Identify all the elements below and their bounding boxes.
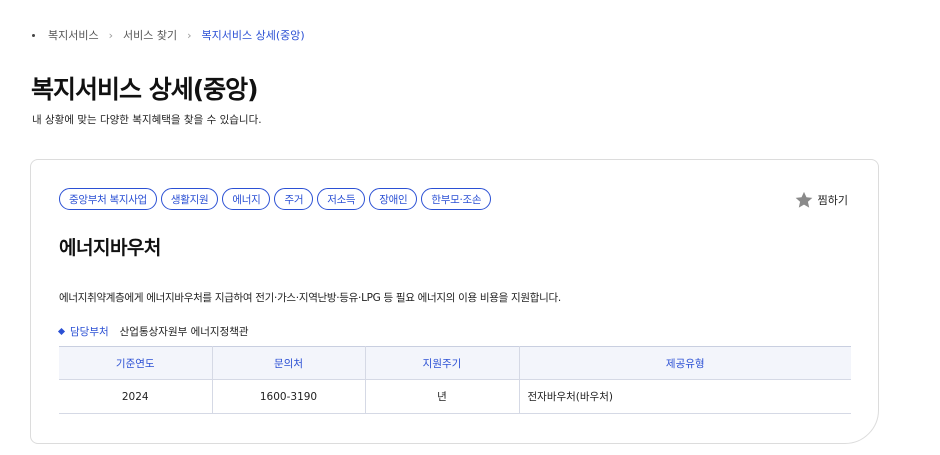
page-title: 복지서비스 상세(중앙) bbox=[31, 75, 259, 104]
header-support-cycle: 지원주기 bbox=[365, 346, 520, 380]
tag-housing[interactable]: 주거 bbox=[274, 188, 314, 210]
tag-living-support[interactable]: 생활지원 bbox=[160, 188, 219, 210]
department-info: 담당부처 산업통상자원부 에너지정책관 bbox=[57, 324, 249, 339]
breadcrumb: 복지서비스 › 서비스 찾기 › 복지서비스 상세(중앙) bbox=[32, 27, 305, 43]
favorite-label: 찜하기 bbox=[817, 194, 848, 207]
tag-list: 중앙부처 복지사업 생활지원 에너지 주거 저소득 장애인 한부모·조손 bbox=[59, 188, 492, 210]
service-info-table: 기준연도 문의처 지원주기 제공유형 2024 1600-3190 년 전자바우… bbox=[59, 346, 851, 414]
page-description: 내 상황에 맞는 다양한 복지혜택을 찾을 수 있습니다. bbox=[32, 114, 262, 126]
chevron-right-icon: › bbox=[108, 28, 114, 42]
department-label: 담당부처 bbox=[70, 326, 109, 338]
diamond-icon bbox=[57, 327, 66, 336]
breadcrumb-item-welfare[interactable]: 복지서비스 bbox=[48, 27, 99, 43]
header-contact: 문의처 bbox=[212, 346, 366, 380]
header-provision-type: 제공유형 bbox=[519, 346, 851, 380]
cell-contact: 1600-3190 bbox=[212, 379, 366, 414]
tag-energy[interactable]: 에너지 bbox=[222, 188, 271, 210]
favorite-button[interactable]: 찜하기 bbox=[794, 190, 848, 210]
department-value: 산업통상자원부 에너지정책관 bbox=[119, 326, 249, 338]
table-header-row: 기준연도 문의처 지원주기 제공유형 bbox=[59, 346, 851, 380]
chevron-right-icon: › bbox=[187, 28, 192, 42]
header-base-year: 기준연도 bbox=[59, 346, 213, 380]
service-detail-card: 중앙부처 복지사업 생활지원 에너지 주거 저소득 장애인 한부모·조손 찜하기… bbox=[30, 159, 879, 444]
tag-low-income[interactable]: 저소득 bbox=[317, 188, 366, 210]
service-title: 에너지바우처 bbox=[59, 237, 161, 259]
breadcrumb-item-current: 복지서비스 상세(중앙) bbox=[201, 29, 305, 42]
table-row: 2024 1600-3190 년 전자바우처(바우처) bbox=[59, 379, 851, 414]
tag-disability[interactable]: 장애인 bbox=[369, 188, 418, 210]
breadcrumb-home-dot-icon[interactable] bbox=[32, 33, 35, 37]
tag-single-parent[interactable]: 한부모·조손 bbox=[421, 188, 492, 210]
cell-base-year: 2024 bbox=[59, 379, 213, 414]
breadcrumb-item-find-service[interactable]: 서비스 찾기 bbox=[123, 27, 177, 43]
tag-central-welfare[interactable]: 중앙부처 복지사업 bbox=[59, 188, 157, 210]
service-description: 에너지취약계층에게 에너지바우처를 지급하여 전기·가스·지역난방·등유·LPG… bbox=[59, 292, 561, 304]
cell-provision-type: 전자바우처(바우처) bbox=[519, 379, 851, 414]
cell-support-cycle: 년 bbox=[365, 379, 520, 414]
star-icon bbox=[795, 191, 812, 208]
